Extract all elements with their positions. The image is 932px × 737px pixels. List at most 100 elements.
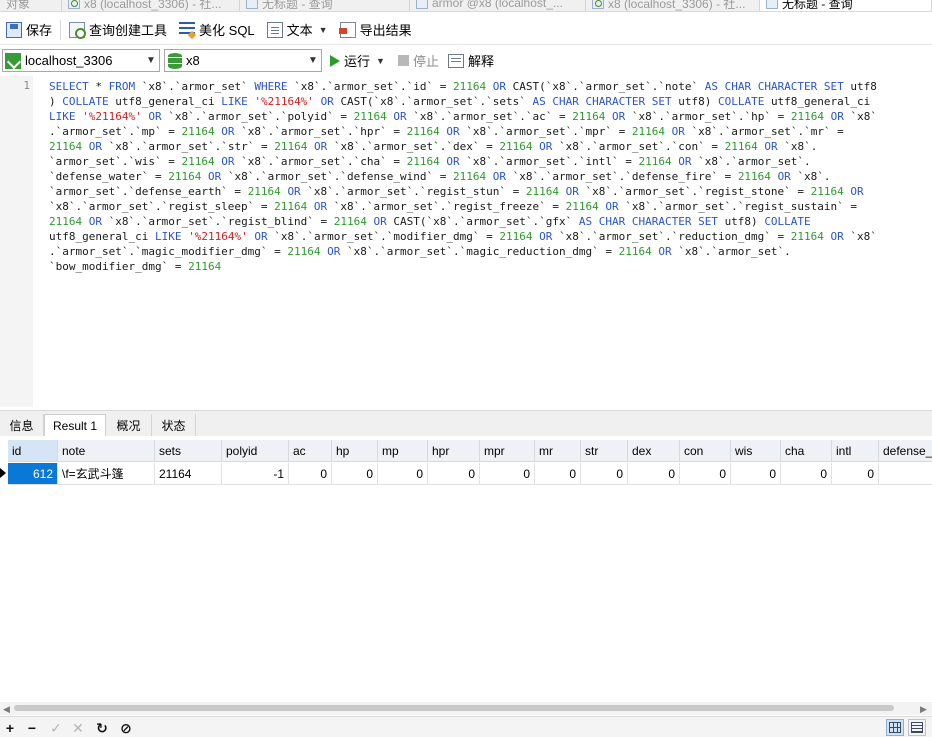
export-results-button[interactable]: 导出结果 [334, 19, 418, 41]
explain-button[interactable]: 解释 [448, 51, 494, 70]
column-header-mp[interactable]: mp [378, 440, 428, 462]
tab-armor-table[interactable]: armor @x8 (localhost_... [410, 0, 586, 11]
column-header-mr[interactable]: mr [535, 440, 581, 462]
text-menu-button[interactable]: 文本 ▼ [261, 19, 334, 41]
text-label: 文本 [286, 23, 313, 38]
table-cell[interactable]: 0 [680, 463, 731, 485]
column-header-hpr[interactable]: hpr [428, 440, 480, 462]
save-button[interactable]: 保存 [0, 19, 58, 41]
column-header-cha[interactable]: cha [781, 440, 832, 462]
table-cell[interactable]: 0 [480, 463, 535, 485]
tab-info[interactable]: 信息 [0, 414, 44, 436]
horizontal-scrollbar[interactable]: ◀ ▶ [0, 702, 932, 715]
table-cell[interactable]: 0 [428, 463, 480, 485]
table-cell[interactable]: 0 [581, 463, 628, 485]
column-header-polyid[interactable]: polyid [222, 440, 289, 462]
database-select[interactable]: x8 ▼ [164, 49, 322, 72]
column-header-wis[interactable]: wis [731, 440, 781, 462]
column-header-con[interactable]: con [680, 440, 731, 462]
form-view-button[interactable] [908, 719, 926, 736]
column-header-hp[interactable]: hp [332, 440, 378, 462]
code-token: COLLATE [764, 215, 811, 228]
tab-profile[interactable]: 概况 [106, 414, 152, 436]
tab-label: 概况 [116, 418, 141, 433]
refresh-icon[interactable]: ↻ [94, 720, 110, 736]
run-label: 运行 [344, 54, 371, 69]
sql-code[interactable]: SELECT * FROM `x8`.`armor_set` WHERE `x8… [49, 79, 929, 274]
query-builder-button[interactable]: 查询创建工具 [63, 19, 173, 41]
table-cell[interactable]: 0 [731, 463, 781, 485]
table-cell[interactable]: 0 [535, 463, 581, 485]
code-token: '%21164%' [82, 110, 149, 123]
run-button[interactable]: 运行 ▼ [330, 51, 385, 70]
code-token: 21164 [406, 155, 447, 168]
grid-header: id note sets polyid ac hp mp hpr mpr mr str dex con w… [0, 440, 932, 462]
column-header-sets[interactable]: sets [155, 440, 222, 462]
stop-button[interactable]: 停止 [398, 51, 439, 70]
column-header-id[interactable]: id [8, 440, 58, 462]
table-cell[interactable]: 0 [332, 463, 378, 485]
tab-query-2[interactable]: x8 (localhost_3306) - 社... [586, 0, 760, 11]
table-cell[interactable]: 0 [781, 463, 832, 485]
tab-status[interactable]: 状态 [152, 414, 196, 436]
stop-query-icon[interactable]: ⊘ [118, 720, 134, 736]
column-header-str[interactable]: str [581, 440, 628, 462]
table-cell[interactable]: 0 [378, 463, 428, 485]
table-cell[interactable]: -1 [222, 463, 289, 485]
tab-label: Result 1 [52, 418, 98, 433]
add-record-icon[interactable]: + [2, 720, 18, 736]
code-token: `x8`.`armor_set`.`dex` = [333, 140, 500, 153]
code-token: `x8`.`armor_set`.`regist_stone` = [585, 185, 811, 198]
code-token: 21164 [406, 125, 447, 138]
tab-untitled-active[interactable]: 无标题 - 查询 [760, 0, 932, 11]
code-line: .`armor_set`.`magic_modifier_dmg` = 2116… [49, 244, 929, 259]
beautify-sql-button[interactable]: 美化 SQL [173, 19, 261, 41]
line-number: 1 [23, 79, 30, 92]
code-token: OR [327, 245, 348, 258]
result-grid[interactable]: id note sets polyid ac hp mp hpr mpr mr str dex con w… [0, 440, 932, 700]
chevron-down-icon[interactable]: ▼ [376, 56, 385, 66]
table-cell[interactable]: 612 [8, 463, 58, 485]
code-token: utf8_general_ci [49, 230, 155, 243]
database-value: x8 [186, 53, 200, 68]
column-header-mpr[interactable]: mpr [480, 440, 535, 462]
tab-objects[interactable]: 对象 [0, 0, 62, 11]
tab-query-1[interactable]: x8 (localhost_3306) - 社... [62, 0, 240, 11]
table-cell[interactable]: 0 [289, 463, 332, 485]
tab-untitled-1[interactable]: 无标题 - 查询 [240, 0, 410, 11]
code-line: SELECT * FROM `x8`.`armor_set` WHERE `x8… [49, 79, 929, 94]
discard-changes-icon[interactable]: ✕ [70, 720, 86, 736]
code-token: CAST(`x8`.`armor_set`.`sets` [340, 95, 533, 108]
grid-view-button[interactable] [886, 719, 904, 736]
sql-editor[interactable]: 1 SELECT * FROM `x8`.`armor_set` WHERE `… [0, 76, 932, 407]
code-token: LIKE [154, 230, 189, 243]
tab-result-1[interactable]: Result 1 [44, 414, 106, 436]
code-token: OR [446, 125, 467, 138]
column-header-defense[interactable]: defense_ [879, 440, 932, 462]
table-cell[interactable]: 21164 [155, 463, 222, 485]
code-token: OR [88, 140, 109, 153]
table-cell[interactable]: 0 [628, 463, 680, 485]
scroll-right-icon[interactable]: ▶ [920, 704, 927, 715]
code-token: `x8`.`armor_set`.`regist_blind` = [108, 215, 334, 228]
database-icon [168, 52, 182, 69]
table-cell[interactable]: 0 [832, 463, 879, 485]
apply-changes-icon[interactable]: ✓ [48, 720, 64, 736]
column-header-dex[interactable]: dex [628, 440, 680, 462]
column-header-ac[interactable]: ac [289, 440, 332, 462]
connection-select[interactable]: localhost_3306 ▼ [2, 49, 160, 72]
table-cell[interactable]: \f=玄武斗篷 [58, 463, 155, 485]
table-row[interactable]: 612 \f=玄武斗篷 21164 -1 0 0 0 0 0 0 0 0 0 0 0 0 [0, 463, 932, 485]
column-header-note[interactable]: note [58, 440, 155, 462]
line-number-gutter: 1 [0, 76, 33, 407]
scroll-left-icon[interactable]: ◀ [3, 704, 10, 715]
table-cell[interactable] [879, 463, 932, 485]
chevron-down-icon: ▼ [318, 24, 328, 35]
result-tab-bar: 信息 Result 1 概况 状态 [0, 410, 932, 436]
play-icon [330, 54, 340, 67]
tab-label: 无标题 - 查询 [262, 0, 333, 11]
column-header-intl[interactable]: intl [832, 440, 879, 462]
export-icon [338, 21, 356, 38]
delete-record-icon[interactable]: − [24, 720, 40, 736]
scroll-thumb[interactable] [14, 705, 894, 711]
